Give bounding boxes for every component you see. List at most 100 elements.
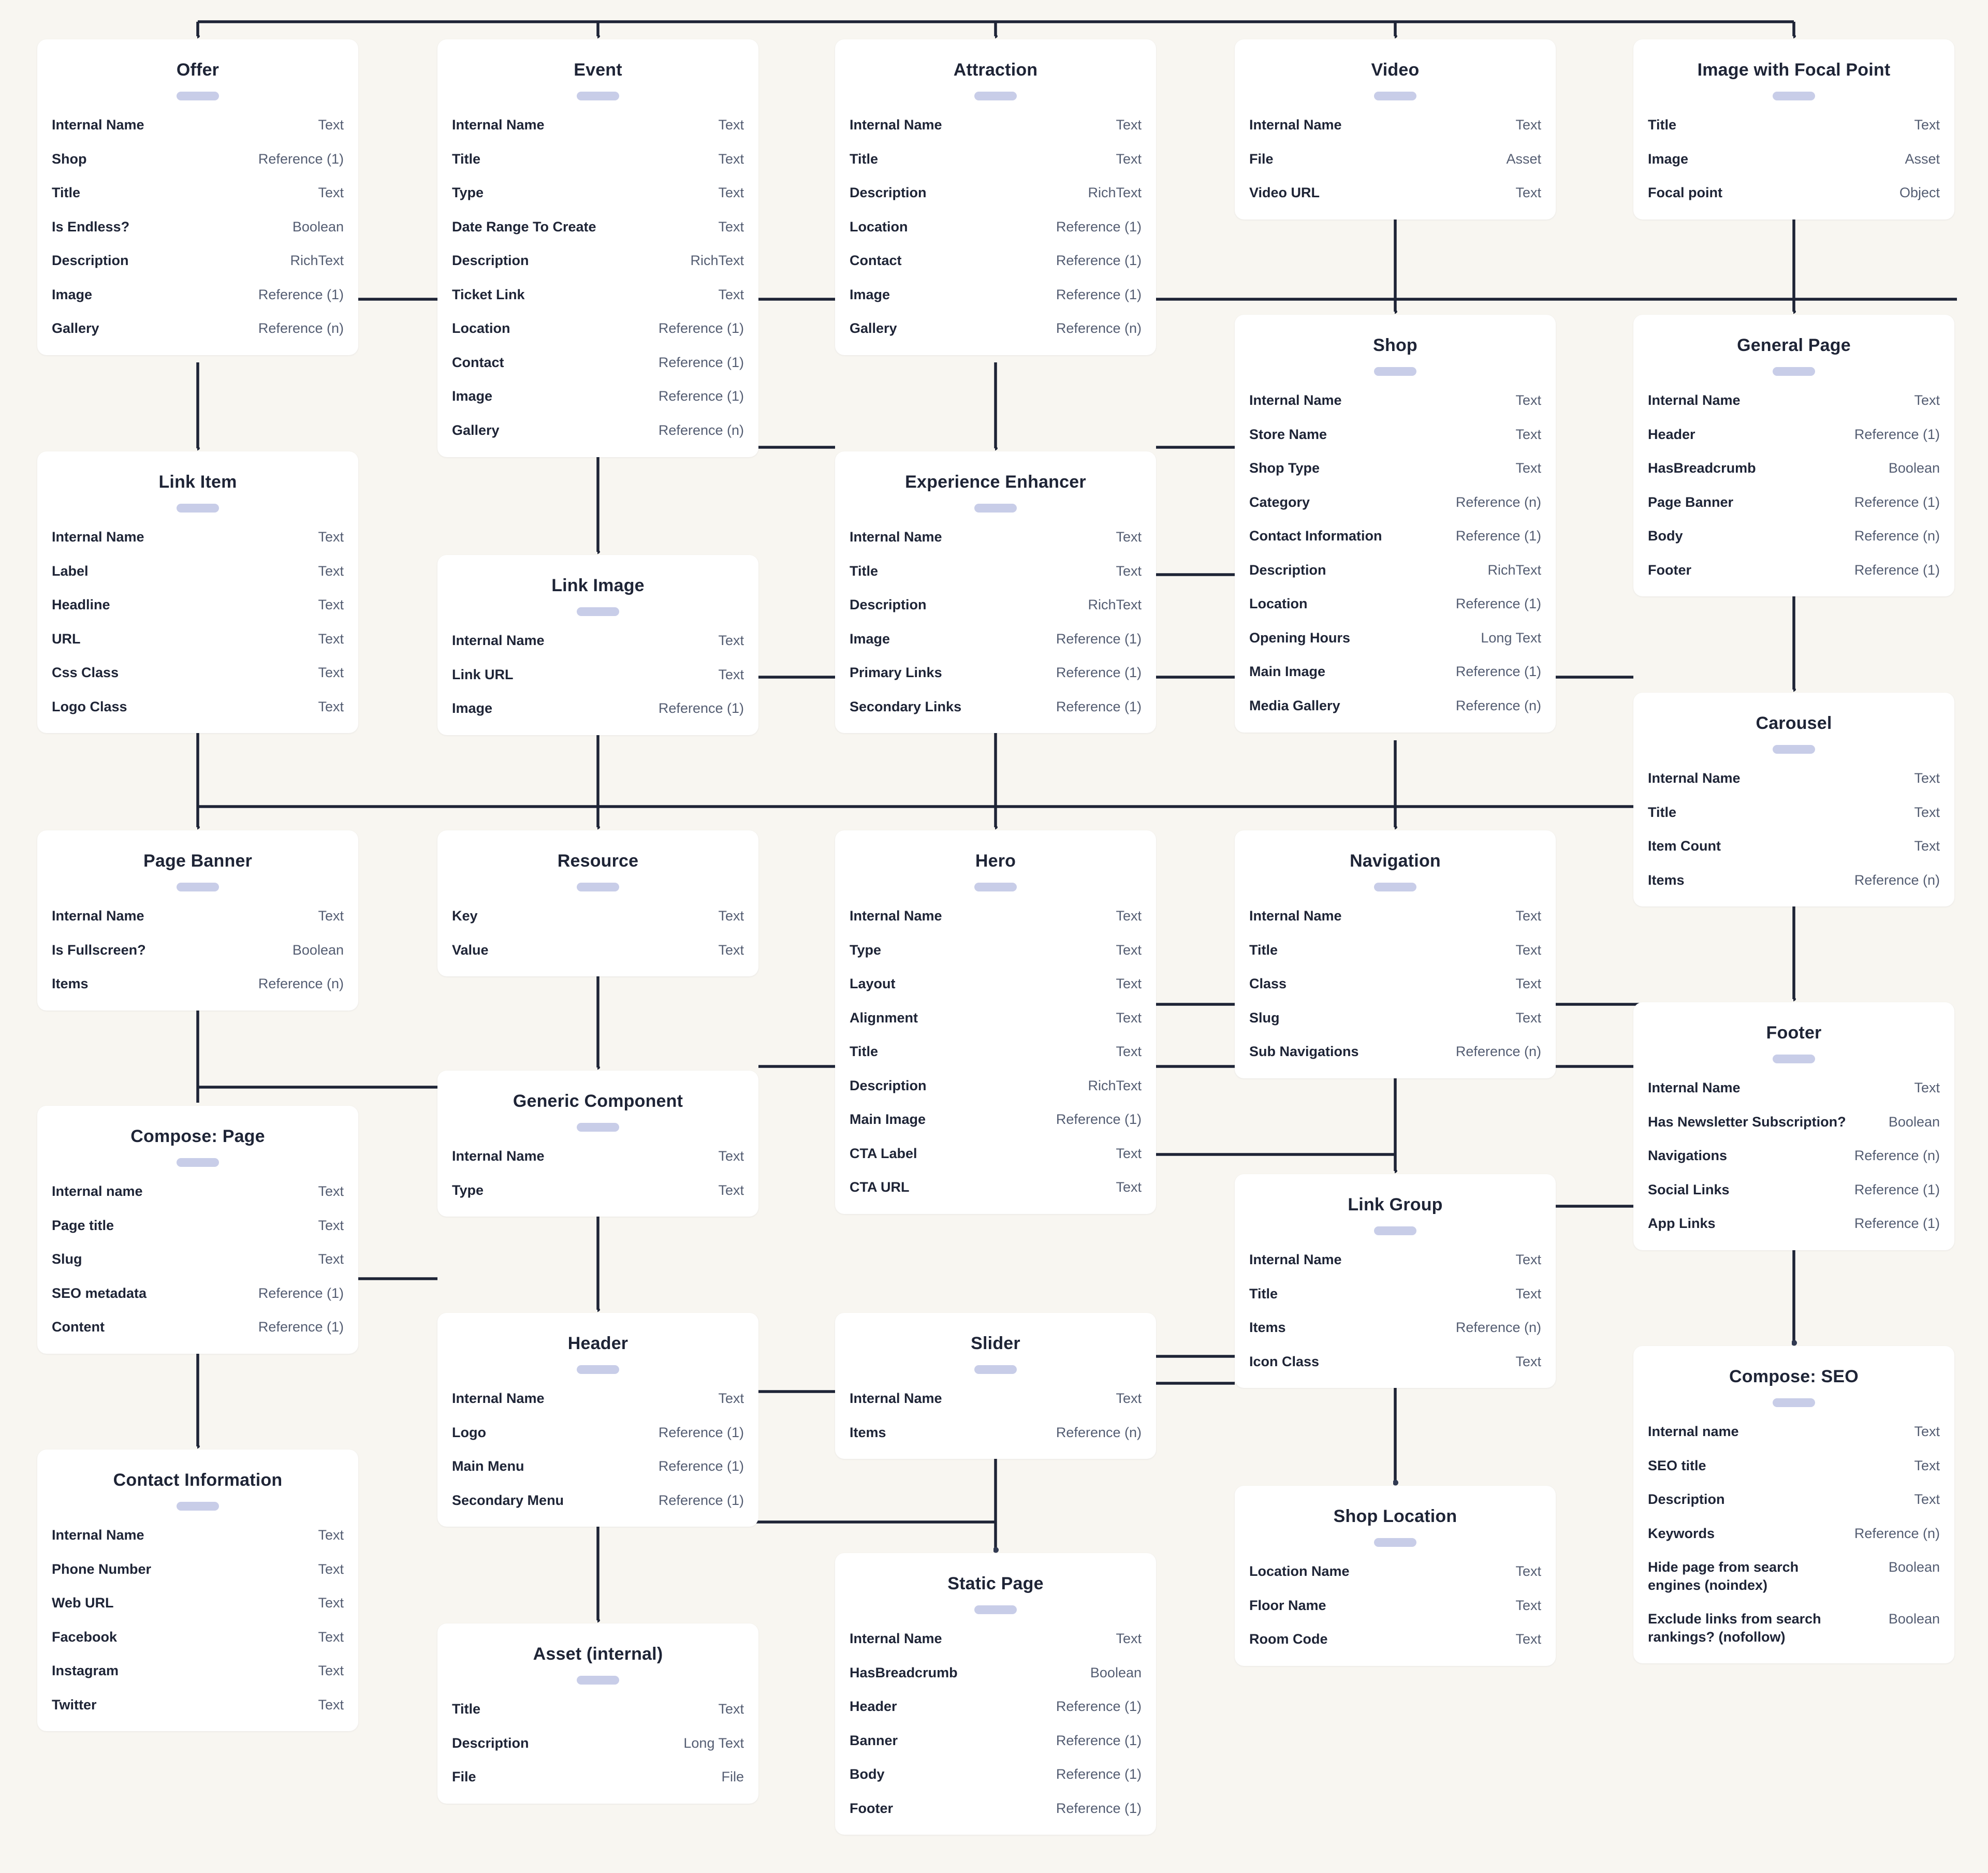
field-row[interactable]: Type Text <box>452 184 744 202</box>
field-row[interactable]: Focal point Object <box>1648 184 1940 202</box>
field-row[interactable]: Headline Text <box>52 596 344 614</box>
field-row[interactable]: Internal Name Text <box>1648 769 1940 787</box>
field-row[interactable]: SEO metadata Reference (1) <box>52 1284 344 1303</box>
field-row[interactable]: Internal Name Text <box>52 1526 344 1544</box>
field-row[interactable]: Internal Name Text <box>850 1630 1142 1648</box>
entity-card-offer[interactable]: Offer Internal Name Text Shop Reference (1) T… <box>37 39 358 355</box>
field-row[interactable]: Internal Name Text <box>1648 391 1940 409</box>
field-row[interactable]: Main Image Reference (1) <box>1249 663 1541 681</box>
field-row[interactable]: CTA Label Text <box>850 1145 1142 1163</box>
field-row[interactable]: Label Text <box>52 562 344 580</box>
field-row[interactable]: Hide page from search engines (noindex) B… <box>1648 1558 1940 1594</box>
field-row[interactable]: Type Text <box>452 1181 744 1199</box>
field-row[interactable]: Main Menu Reference (1) <box>452 1457 744 1475</box>
field-row[interactable]: Room Code Text <box>1249 1630 1541 1648</box>
field-row[interactable]: App Links Reference (1) <box>1648 1214 1940 1233</box>
field-row[interactable]: Location Reference (1) <box>850 218 1142 236</box>
field-row[interactable]: Sub Navigations Reference (n) <box>1249 1043 1541 1061</box>
entity-card-attraction[interactable]: Attraction Internal Name Text Title Text Desc… <box>835 39 1156 355</box>
field-row[interactable]: Location Reference (1) <box>1249 595 1541 613</box>
entity-card-generic-component[interactable]: Generic Component Internal Name Text Type Te… <box>437 1071 758 1217</box>
field-row[interactable]: Title Text <box>850 150 1142 168</box>
field-row[interactable]: Internal Name Text <box>452 1147 744 1165</box>
entity-card-compose-seo[interactable]: Compose: SEO Internal name Text SEO title Te… <box>1633 1346 1954 1664</box>
field-row[interactable]: Page Banner Reference (1) <box>1648 493 1940 511</box>
field-row[interactable]: CTA URL Text <box>850 1178 1142 1196</box>
field-row[interactable]: Shop Type Text <box>1249 459 1541 477</box>
entity-card-shop-location[interactable]: Shop Location Location Name Text Floor Name… <box>1235 1486 1556 1666</box>
field-row[interactable]: Is Fullscreen? Boolean <box>52 941 344 959</box>
field-row[interactable]: Main Image Reference (1) <box>850 1110 1142 1129</box>
field-row[interactable]: Items Reference (n) <box>1648 871 1940 889</box>
field-row[interactable]: URL Text <box>52 630 344 648</box>
field-row[interactable]: HasBreadcrumb Boolean <box>850 1664 1142 1682</box>
entity-card-experience-enhancer[interactable]: Experience Enhancer Internal Name Text Titl… <box>835 451 1156 734</box>
field-row[interactable]: Image Asset <box>1648 150 1940 168</box>
entity-card-link-group[interactable]: Link Group Internal Name Text Title Text Item… <box>1235 1174 1556 1388</box>
field-row[interactable]: Image Reference (1) <box>52 286 344 304</box>
field-row[interactable]: Floor Name Text <box>1249 1597 1541 1615</box>
field-row[interactable]: Image Reference (1) <box>850 630 1142 648</box>
field-row[interactable]: Link URL Text <box>452 666 744 684</box>
field-row[interactable]: Items Reference (n) <box>52 975 344 993</box>
field-row[interactable]: Slug Text <box>1249 1009 1541 1027</box>
field-row[interactable]: Description Text <box>1648 1490 1940 1509</box>
field-row[interactable]: Location Name Text <box>1249 1562 1541 1581</box>
field-row[interactable]: Item Count Text <box>1648 837 1940 855</box>
field-row[interactable]: Instagram Text <box>52 1662 344 1680</box>
field-row[interactable]: Title Text <box>1249 1285 1541 1303</box>
field-row[interactable]: Twitter Text <box>52 1696 344 1714</box>
field-row[interactable]: Description Long Text <box>452 1734 744 1752</box>
entity-card-asset-internal[interactable]: Asset (internal) Title Text Description Long… <box>437 1623 758 1804</box>
entity-card-page-banner[interactable]: Page Banner Internal Name Text Is Fullscree… <box>37 830 358 1011</box>
field-row[interactable]: Internal Name Text <box>452 1389 744 1408</box>
field-row[interactable]: Title Text <box>1648 803 1940 822</box>
field-row[interactable]: Internal Name Text <box>1249 1251 1541 1269</box>
entity-card-general-page[interactable]: General Page Internal Name Text Header Refer… <box>1633 315 1954 597</box>
field-row[interactable]: Description RichText <box>452 252 744 270</box>
field-row[interactable]: Footer Reference (1) <box>1648 561 1940 579</box>
field-row[interactable]: Navigations Reference (n) <box>1648 1147 1940 1165</box>
field-row[interactable]: SEO title Text <box>1648 1457 1940 1475</box>
field-row[interactable]: Description RichText <box>1249 561 1541 579</box>
field-row[interactable]: Logo Reference (1) <box>452 1424 744 1442</box>
field-row[interactable]: Primary Links Reference (1) <box>850 664 1142 682</box>
entity-card-header[interactable]: Header Internal Name Text Logo Reference (1)… <box>437 1313 758 1527</box>
field-row[interactable]: Internal Name Text <box>52 528 344 546</box>
field-row[interactable]: Title Text <box>850 562 1142 580</box>
entity-card-event[interactable]: Event Internal Name Text Title Text Type Text D… <box>437 39 758 457</box>
field-row[interactable]: Category Reference (n) <box>1249 493 1541 511</box>
entity-card-contact-information[interactable]: Contact Information Internal Name Text Phon… <box>37 1450 358 1732</box>
field-row[interactable]: Icon Class Text <box>1249 1353 1541 1371</box>
field-row[interactable]: Page title Text <box>52 1217 344 1235</box>
field-row[interactable]: Footer Reference (1) <box>850 1799 1142 1818</box>
field-row[interactable]: Store Name Text <box>1249 426 1541 444</box>
entity-card-navigation[interactable]: Navigation Internal Name Text Title Text Clas… <box>1235 830 1556 1078</box>
entity-card-link-item[interactable]: Link Item Internal Name Text Label Text Headl… <box>37 451 358 734</box>
field-row[interactable]: File Asset <box>1249 150 1541 168</box>
field-row[interactable]: Image Reference (1) <box>452 699 744 718</box>
field-row[interactable]: Type Text <box>850 941 1142 959</box>
field-row[interactable]: Ticket Link Text <box>452 286 744 304</box>
field-row[interactable]: Description RichText <box>850 184 1142 202</box>
field-row[interactable]: Layout Text <box>850 975 1142 993</box>
field-row[interactable]: Description RichText <box>850 1077 1142 1095</box>
field-row[interactable]: Class Text <box>1249 975 1541 993</box>
entity-card-shop[interactable]: Shop Internal Name Text Store Name Text Shop … <box>1235 315 1556 733</box>
field-row[interactable]: Web URL Text <box>52 1594 344 1612</box>
field-row[interactable]: Internal Name Text <box>1648 1079 1940 1097</box>
field-row[interactable]: Opening Hours Long Text <box>1249 629 1541 647</box>
field-row[interactable]: Title Text <box>452 1700 744 1718</box>
field-row[interactable]: Internal Name Text <box>850 1389 1142 1408</box>
field-row[interactable]: Exclude links from search rankings? (nof… <box>1648 1610 1940 1646</box>
field-row[interactable]: Image Reference (1) <box>850 286 1142 304</box>
field-row[interactable]: Internal Name Text <box>52 116 344 134</box>
entity-card-slider[interactable]: Slider Internal Name Text Items Reference (n… <box>835 1313 1156 1459</box>
field-row[interactable]: Secondary Menu Reference (1) <box>452 1491 744 1510</box>
field-row[interactable]: Title Text <box>1249 941 1541 959</box>
field-row[interactable]: Internal Name Text <box>850 116 1142 134</box>
field-row[interactable]: HasBreadcrumb Boolean <box>1648 459 1940 477</box>
field-row[interactable]: Items Reference (n) <box>850 1424 1142 1442</box>
field-row[interactable]: Items Reference (n) <box>1249 1319 1541 1337</box>
field-row[interactable]: Phone Number Text <box>52 1560 344 1578</box>
